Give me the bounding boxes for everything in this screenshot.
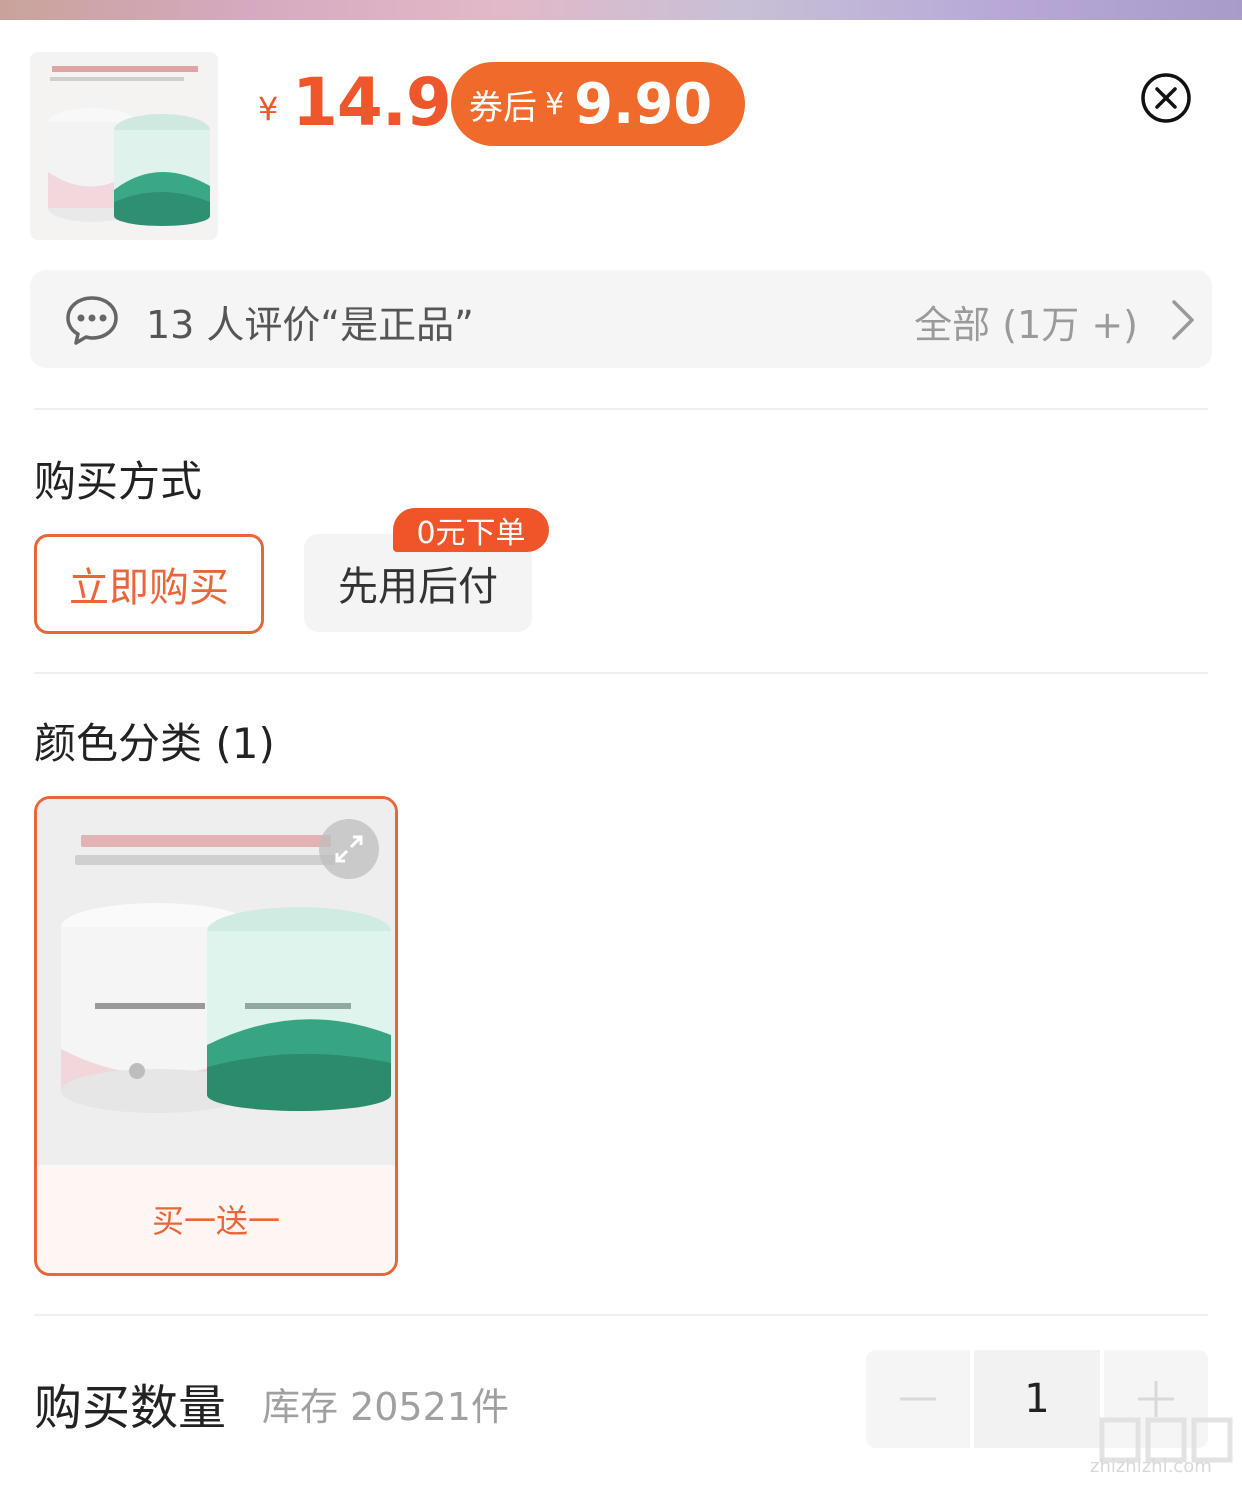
close-circle-icon bbox=[1141, 73, 1191, 123]
close-button[interactable] bbox=[1140, 72, 1192, 124]
buy-now-option[interactable]: 立即购买 bbox=[34, 534, 264, 634]
purchase-method-title: 购买方式 bbox=[34, 457, 203, 506]
zero-down-badge-text: 0元下单 bbox=[416, 516, 526, 551]
quantity-title: 购买数量 bbox=[34, 1380, 227, 1436]
watermark-text: zhizhizhi.com bbox=[1090, 1456, 1212, 1477]
divider bbox=[34, 1314, 1208, 1316]
product-thumbnail[interactable] bbox=[30, 52, 218, 240]
all-reviews-link[interactable]: 全部 (1万 +) bbox=[914, 294, 1138, 349]
expand-icon bbox=[335, 835, 363, 863]
sku-option-image bbox=[37, 799, 395, 1165]
coupon-price-pill: 券后 ¥ 9.90 bbox=[451, 62, 745, 146]
sku-option-label: 买一送一 bbox=[37, 1165, 395, 1273]
expand-image-button[interactable] bbox=[319, 819, 379, 879]
stock-text: 库存 20521件 bbox=[262, 1385, 509, 1429]
zero-down-badge: 0元下单 bbox=[393, 508, 549, 552]
quantity-value[interactable]: 1 bbox=[974, 1350, 1100, 1448]
product-thumbnail-image bbox=[30, 52, 218, 240]
pay-later-label: 先用后付 bbox=[338, 564, 498, 610]
coupon-prefix: 券后 bbox=[469, 87, 537, 128]
sku-option-card[interactable]: 买一送一 bbox=[34, 796, 398, 1276]
coupon-price: 9.90 bbox=[574, 71, 713, 137]
divider bbox=[34, 408, 1208, 410]
price-currency-symbol: ¥ bbox=[258, 90, 279, 128]
buy-now-label: 立即购买 bbox=[69, 565, 229, 611]
review-summary-bar[interactable]: 13 人评价“是正品” 全部 (1万 +) bbox=[30, 270, 1212, 368]
sku-sheet: ¥ 14.9 券后 ¥ 9.90 13 人评价“是正品” 全部 (1万 +) 购… bbox=[0, 20, 1242, 1482]
chevron-right-icon bbox=[1172, 300, 1194, 340]
divider bbox=[34, 672, 1208, 674]
quantity-decrease-button[interactable] bbox=[866, 1350, 970, 1448]
minus-icon bbox=[900, 1397, 936, 1401]
review-summary-text: 13 人评价“是正品” bbox=[146, 303, 474, 347]
chat-bubble-icon bbox=[66, 296, 118, 345]
coupon-currency-symbol: ¥ bbox=[545, 86, 565, 122]
product-price: 14.9 bbox=[292, 64, 452, 141]
backdrop-strip bbox=[0, 0, 1242, 20]
color-category-title: 颜色分类 (1) bbox=[34, 719, 275, 768]
